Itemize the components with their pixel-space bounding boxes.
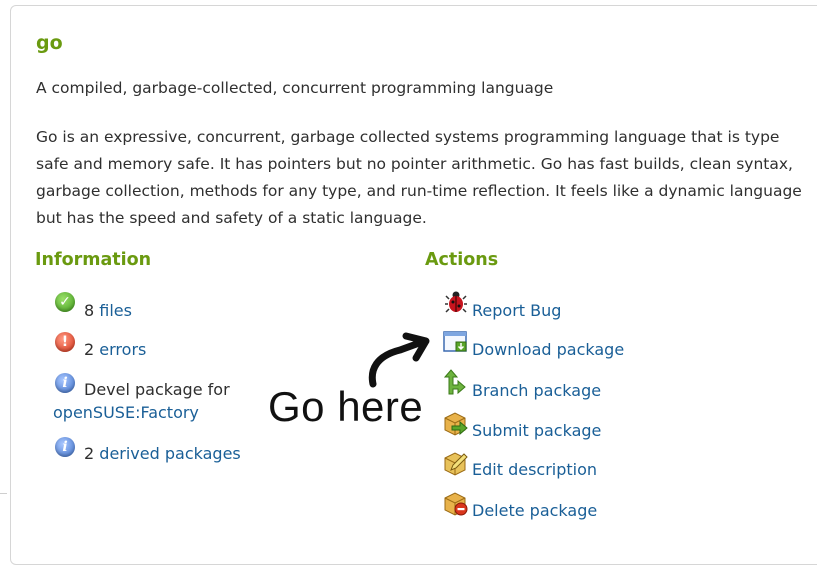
- package-delete-icon: [444, 492, 468, 516]
- divider: [0, 493, 7, 494]
- information-heading: Information: [35, 250, 152, 270]
- branch-arrow-icon: [444, 369, 466, 395]
- package-submit-icon: [444, 412, 468, 436]
- files-link[interactable]: files: [99, 301, 132, 320]
- info-devel-project: openSUSE:Factory: [53, 402, 199, 424]
- package-description: Go is an expressive, concurrent, garbage…: [36, 128, 802, 227]
- edit-description-link[interactable]: Edit description: [472, 459, 597, 481]
- package-edit-icon: [444, 452, 468, 476]
- info-devel: Devel package for: [84, 380, 230, 399]
- package-summary: A compiled, garbage-collected, concurren…: [36, 79, 554, 97]
- download-window-icon: [443, 331, 467, 352]
- info-errors: 2 errors: [84, 340, 147, 359]
- info-icon: i: [55, 373, 75, 393]
- devel-project-link[interactable]: openSUSE:Factory: [53, 403, 199, 422]
- info-icon: i: [55, 437, 75, 457]
- branch-package-link[interactable]: Branch package: [472, 380, 601, 402]
- errors-link[interactable]: errors: [99, 340, 146, 359]
- info-derived: 2 derived packages: [84, 444, 241, 463]
- delete-package-link[interactable]: Delete package: [472, 500, 597, 522]
- info-files: 8 files: [84, 301, 132, 320]
- bug-icon: [445, 291, 467, 313]
- annotation-arrow-icon: [368, 332, 430, 388]
- download-package-link[interactable]: Download package: [472, 339, 624, 361]
- actions-heading: Actions: [425, 250, 499, 270]
- derived-packages-link[interactable]: derived packages: [99, 444, 240, 463]
- package-name: go: [36, 32, 63, 54]
- report-bug-link[interactable]: Report Bug: [472, 300, 561, 322]
- error-icon: !: [55, 332, 75, 352]
- annotation-text: Go here: [268, 383, 424, 430]
- submit-package-link[interactable]: Submit package: [472, 420, 601, 442]
- check-icon: ✓: [55, 292, 75, 312]
